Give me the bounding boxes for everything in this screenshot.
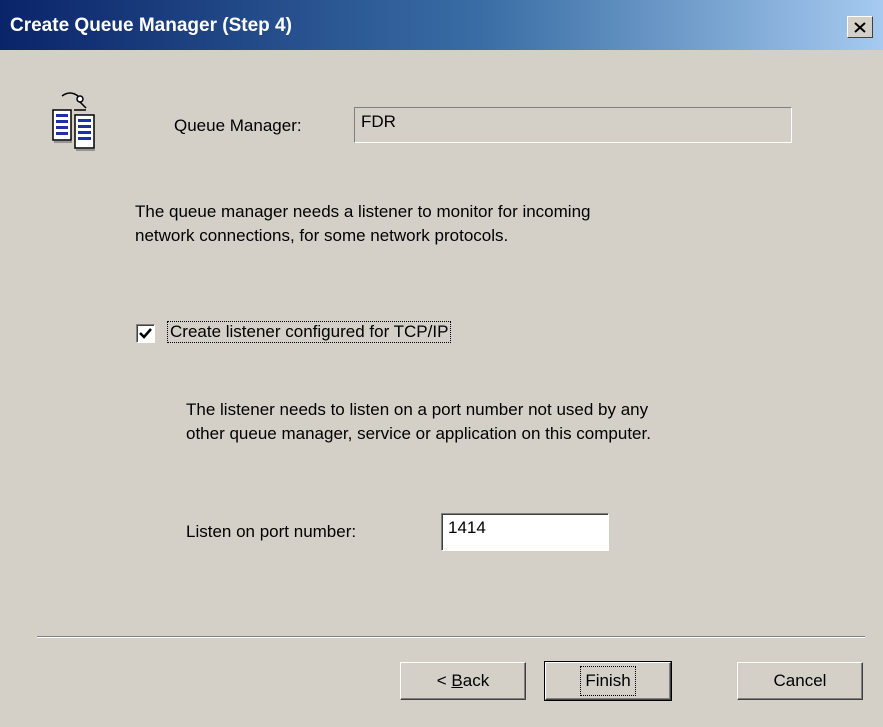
back-button-label: < Back xyxy=(436,671,490,690)
title-bar: Create Queue Manager (Step 4) xyxy=(0,0,883,50)
queue-manager-icon xyxy=(50,90,112,152)
back-button[interactable]: < Back xyxy=(400,662,526,700)
queue-manager-label: Queue Manager: xyxy=(174,116,302,135)
intro-text-line-1: The queue manager needs a listener to mo… xyxy=(135,202,591,221)
close-button[interactable] xyxy=(847,16,873,38)
cancel-button-label: Cancel xyxy=(773,671,827,690)
port-text-line-1: The listener needs to listen on a port n… xyxy=(186,400,649,419)
finish-button[interactable]: Finish xyxy=(544,661,672,701)
intro-text-line-2: network connections, for some network pr… xyxy=(135,226,509,245)
cancel-button[interactable]: Cancel xyxy=(737,662,863,700)
separator xyxy=(37,636,865,638)
close-icon xyxy=(854,21,866,33)
port-number-input[interactable]: 1414 xyxy=(441,513,609,551)
queue-manager-field: FDR xyxy=(354,107,792,143)
checkmark-icon xyxy=(139,328,152,339)
port-text-line-2: other queue manager, service or applicat… xyxy=(186,424,651,443)
create-listener-checkbox[interactable] xyxy=(136,324,155,343)
create-listener-label[interactable]: Create listener configured for TCP/IP xyxy=(166,321,452,343)
port-label: Listen on port number: xyxy=(186,522,357,541)
finish-button-label: Finish xyxy=(580,666,636,696)
window-title: Create Queue Manager (Step 4) xyxy=(10,15,292,36)
